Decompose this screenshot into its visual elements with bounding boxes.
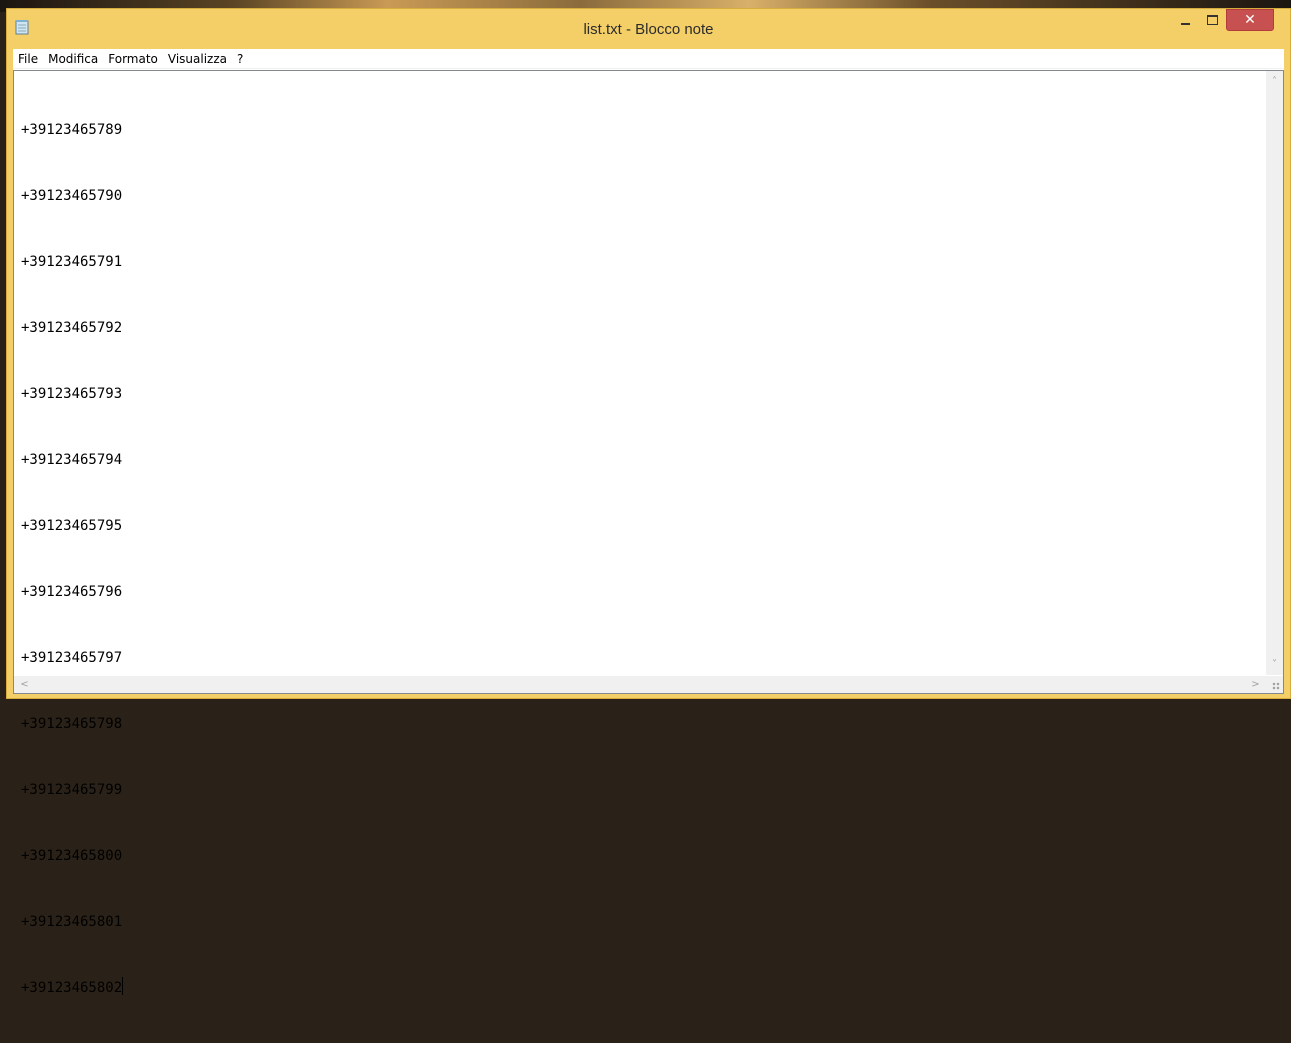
close-icon: ✕	[1244, 12, 1256, 28]
text-line: +39123465790	[21, 188, 123, 204]
text-line: +39123465795	[21, 518, 123, 534]
text-line: +39123465798	[21, 716, 123, 732]
menu-help[interactable]: ?	[232, 50, 248, 68]
last-text-line: +39123465802	[21, 977, 124, 999]
text-line: +39123465796	[21, 584, 123, 600]
text-editor[interactable]: +39123465789 +39123465790 +39123465791 +…	[13, 70, 1284, 996]
minimize-icon	[1181, 23, 1190, 25]
maximize-button[interactable]	[1199, 9, 1226, 31]
document-text[interactable]: +39123465789 +39123465790 +39123465791 +…	[21, 75, 124, 1043]
client-area: File Modifica Formato Visualizza ? +3912…	[13, 49, 1284, 996]
text-line: +39123465791	[21, 254, 123, 270]
minimize-button[interactable]	[1172, 9, 1199, 31]
menu-file[interactable]: File	[13, 50, 43, 68]
text-line: +39123465797	[21, 650, 123, 666]
menu-formato[interactable]: Formato	[103, 50, 163, 68]
horizontal-scrollbar[interactable]: < >	[14, 676, 1266, 693]
grip-icon	[1272, 682, 1280, 690]
menu-modifica[interactable]: Modifica	[43, 50, 103, 68]
text-line: +39123465799	[21, 782, 123, 798]
text-line: +39123465794	[21, 452, 123, 468]
notepad-window: list.txt - Blocco note ✕ File Modifica F…	[6, 8, 1291, 996]
scroll-up-icon[interactable]: ˄	[1266, 73, 1283, 90]
title-bar[interactable]: list.txt - Blocco note ✕	[7, 9, 1290, 49]
maximize-icon	[1207, 15, 1218, 25]
close-button[interactable]: ✕	[1226, 9, 1274, 31]
text-line: +39123465793	[21, 386, 123, 402]
vertical-scrollbar[interactable]: ˄ ˅	[1266, 71, 1283, 675]
window-title: list.txt - Blocco note	[583, 21, 714, 38]
scroll-left-icon[interactable]: <	[16, 676, 33, 693]
text-line: +39123465801	[21, 914, 123, 930]
menu-visualizza[interactable]: Visualizza	[163, 50, 232, 68]
text-caret	[122, 977, 124, 995]
scroll-right-icon[interactable]: >	[1247, 676, 1264, 693]
text-line: +39123465800	[21, 848, 123, 864]
menu-bar: File Modifica Formato Visualizza ?	[13, 49, 1284, 69]
last-line-text: +39123465802	[21, 980, 123, 996]
text-line: +39123465789	[21, 122, 123, 138]
text-line: +39123465792	[21, 320, 123, 336]
resize-grip[interactable]	[1266, 676, 1283, 693]
scroll-down-icon[interactable]: ˅	[1266, 656, 1283, 673]
